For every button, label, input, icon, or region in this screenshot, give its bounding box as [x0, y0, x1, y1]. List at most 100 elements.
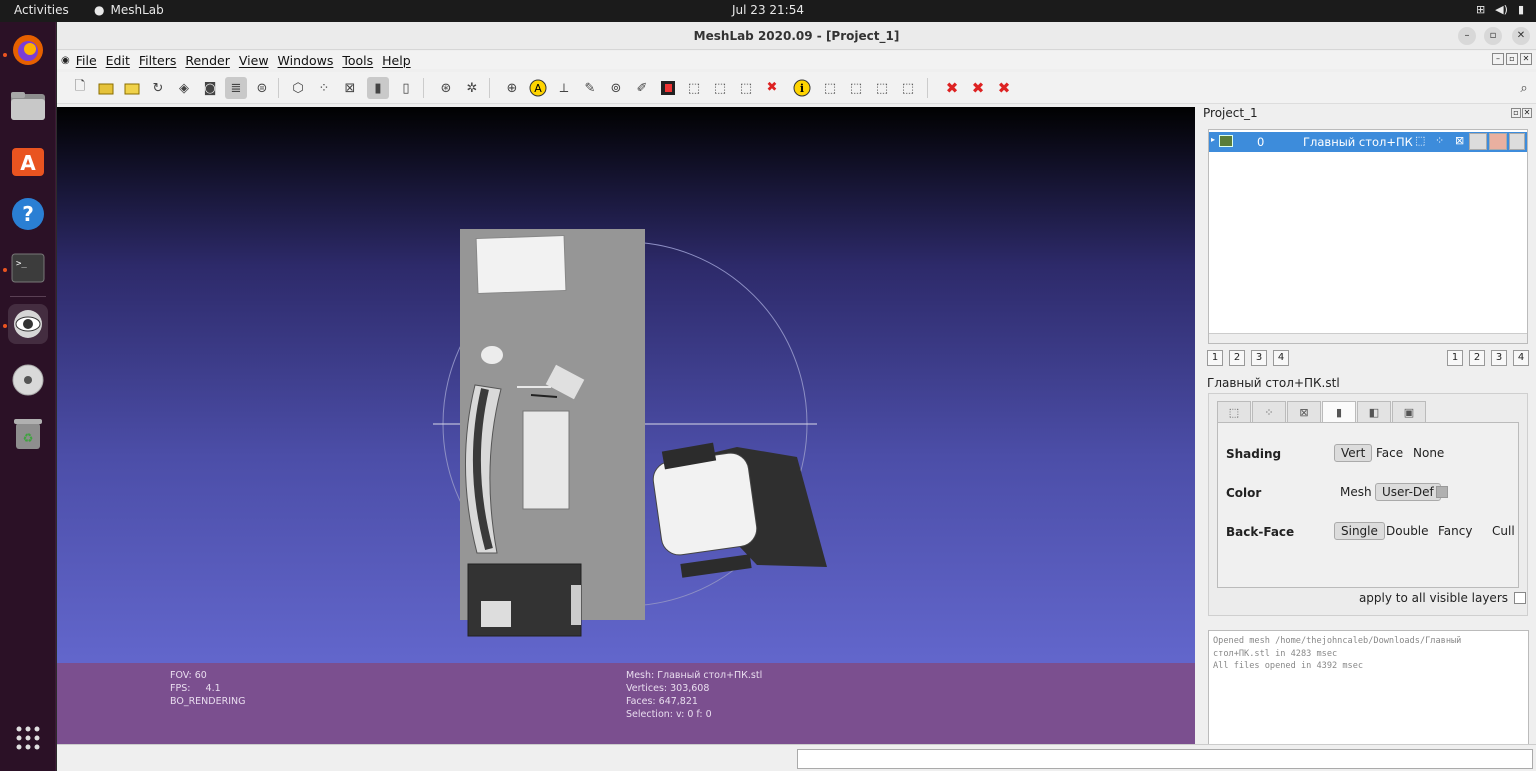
tab-decorator-icon[interactable]: ▣	[1392, 401, 1426, 423]
color-userdef-option[interactable]: User-Def	[1375, 483, 1441, 501]
tab-solid-icon[interactable]: ▮	[1322, 401, 1356, 423]
3d-viewport[interactable]: FOV: 60 FPS: 4.1 BO_RENDERING Mesh: Глав…	[57, 107, 1195, 744]
color-swatch[interactable]	[1436, 486, 1448, 498]
shading-none-option[interactable]: None	[1406, 444, 1451, 462]
terminal-icon[interactable]: >_	[8, 248, 48, 288]
horizontal-scrollbar[interactable]	[1209, 333, 1527, 343]
raster-layers-icon[interactable]: ⊜	[251, 77, 273, 99]
align-icon[interactable]: ⊚	[605, 77, 627, 99]
export-mesh-icon[interactable]: ◈	[173, 77, 195, 99]
files-icon[interactable]	[8, 86, 48, 126]
layer-bbox-icon[interactable]: ⬚	[1415, 134, 1425, 147]
backface-cull-option[interactable]: Cull	[1485, 522, 1522, 540]
page-2-button-right[interactable]: 2	[1469, 350, 1485, 366]
reload-icon[interactable]: ↻	[147, 77, 169, 99]
page-3-button-right[interactable]: 3	[1491, 350, 1507, 366]
software-center-icon[interactable]: A	[8, 140, 48, 180]
brush-icon[interactable]: ✐	[631, 77, 653, 99]
restore-button[interactable]: ▫	[1484, 27, 1502, 45]
shading-face-option[interactable]: Face	[1369, 444, 1410, 462]
page-2-button-left[interactable]: 2	[1229, 350, 1245, 366]
minimize-button[interactable]: –	[1458, 27, 1476, 45]
points-render-icon[interactable]: ⁘	[313, 77, 335, 99]
close-button[interactable]: ✕	[1512, 27, 1530, 45]
search-icon[interactable]: ⌕	[1513, 77, 1535, 99]
mdi-minimize-icon[interactable]: –	[1492, 53, 1504, 65]
invert-selection-icon[interactable]: ⬚	[897, 77, 919, 99]
show-apps-icon[interactable]	[8, 718, 48, 758]
texture-render-icon[interactable]: ▯	[395, 77, 417, 99]
bbox-render-icon[interactable]: ⬡	[287, 77, 309, 99]
manipulator-icon[interactable]: ⊕	[501, 77, 523, 99]
menu-edit[interactable]: Edit	[106, 53, 130, 68]
light-icon[interactable]: ⊛	[435, 77, 457, 99]
float-icon[interactable]: ▫	[1511, 108, 1521, 118]
select-region-icon[interactable]: ⬚	[819, 77, 841, 99]
menu-render[interactable]: Render	[185, 53, 230, 68]
clock[interactable]: Jul 23 21:54	[0, 3, 1536, 17]
page-4-button-left[interactable]: 4	[1273, 350, 1289, 366]
tab-bbox-icon[interactable]: ⬚	[1217, 401, 1251, 423]
trash-icon[interactable]: ♻	[8, 414, 48, 454]
help-icon[interactable]: ?	[8, 194, 48, 234]
tab-wire-icon[interactable]: ⊠	[1287, 401, 1321, 423]
delete-vertices-icon[interactable]: ⬚	[871, 77, 893, 99]
wireframe-render-icon[interactable]: ⊠	[339, 77, 361, 99]
layers-icon[interactable]: ≣	[225, 77, 247, 99]
dvd-icon[interactable]	[8, 360, 48, 400]
delete-selected-faces-icon[interactable]: ✖	[941, 77, 963, 99]
open-project-icon[interactable]	[95, 77, 117, 99]
backface-double-option[interactable]: Double	[1379, 522, 1436, 540]
delete-selected-all-icon[interactable]: ✖	[993, 77, 1015, 99]
layer-points-icon[interactable]: ⁘	[1435, 134, 1444, 147]
apply-all-layers-checkbox[interactable]	[1514, 592, 1526, 604]
select-faces-icon[interactable]: ⬚	[709, 77, 731, 99]
close-dock-icon[interactable]: ✕	[1522, 108, 1532, 118]
layer-row[interactable]: ▸ 0 Главный стол+ПК ⬚ ⁘ ⊠	[1209, 132, 1527, 152]
info-icon[interactable]: i	[791, 77, 813, 99]
firefox-icon[interactable]	[8, 30, 48, 70]
backface-single-option[interactable]: Single	[1334, 522, 1385, 540]
shading-vert-option[interactable]: Vert	[1334, 444, 1373, 462]
layer-texture-icon[interactable]	[1489, 133, 1507, 150]
system-tray[interactable]: ⊞ ◀) ▮	[1476, 3, 1524, 16]
color-mesh-option[interactable]: Mesh	[1333, 483, 1379, 501]
measure-icon[interactable]: ⟂	[553, 77, 575, 99]
mdi-restore-icon[interactable]: ▫	[1506, 53, 1518, 65]
page-1-button-left[interactable]: 1	[1207, 350, 1223, 366]
tab-points-icon[interactable]: ⁘	[1252, 401, 1286, 423]
menu-view[interactable]: View	[239, 53, 269, 68]
layer-wire-icon[interactable]: ⊠	[1455, 134, 1464, 147]
page-3-button-left[interactable]: 3	[1251, 350, 1267, 366]
layer-smooth-icon[interactable]	[1469, 133, 1487, 150]
window-title-bar[interactable]: MeshLab 2020.09 - [Project_1] – ▫ ✕	[57, 22, 1536, 50]
trackball-icon[interactable]: ✲	[461, 77, 483, 99]
apply-all-layers-row[interactable]: apply to all visible layers	[1359, 591, 1526, 605]
select-vertices-icon[interactable]: ⬚	[683, 77, 705, 99]
tab-texture-icon[interactable]: ◧	[1357, 401, 1391, 423]
delete-selected-vertices-icon[interactable]: ✖	[967, 77, 989, 99]
delete-faces-icon[interactable]: ⬚	[845, 77, 867, 99]
layer-decorator-icon[interactable]	[1509, 133, 1525, 150]
texture-paint-icon[interactable]	[657, 77, 679, 99]
annotation-icon[interactable]: A	[527, 77, 549, 99]
page-1-button-right[interactable]: 1	[1447, 350, 1463, 366]
menu-file[interactable]: File	[76, 53, 97, 68]
visibility-eye-icon[interactable]	[1219, 135, 1233, 147]
mdi-close-icon[interactable]: ✕	[1520, 53, 1532, 65]
import-mesh-icon[interactable]	[121, 77, 143, 99]
snapshot-icon[interactable]: ◙	[199, 77, 221, 99]
expand-arrow-icon[interactable]: ▸	[1211, 135, 1215, 144]
select-connected-icon[interactable]: ⬚	[735, 77, 757, 99]
new-project-icon[interactable]: 🗋	[69, 77, 91, 99]
georef-icon[interactable]: ✖	[761, 77, 783, 99]
layer-name[interactable]: Главный стол+ПК	[1303, 135, 1413, 149]
smooth-render-icon[interactable]: ▮	[367, 77, 389, 99]
backface-fancy-option[interactable]: Fancy	[1431, 522, 1479, 540]
menu-windows[interactable]: Windows	[278, 53, 334, 68]
menu-help[interactable]: Help	[382, 53, 411, 68]
meshlab-icon[interactable]	[8, 304, 48, 344]
menu-tools[interactable]: Tools	[342, 53, 373, 68]
menu-filters[interactable]: Filters	[139, 53, 176, 68]
page-4-button-right[interactable]: 4	[1513, 350, 1529, 366]
